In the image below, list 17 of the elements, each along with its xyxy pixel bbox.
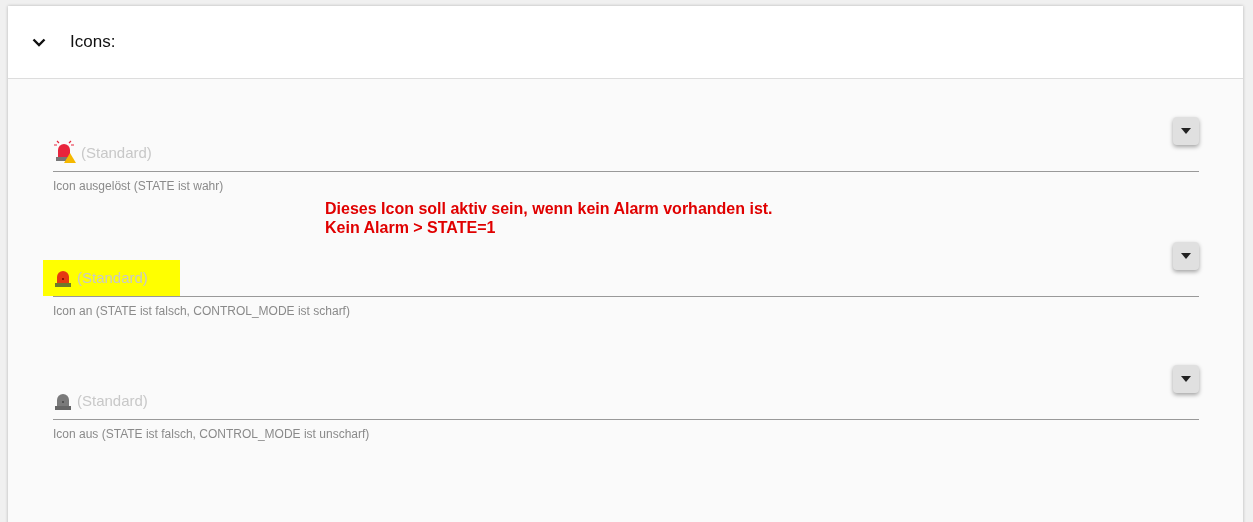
- siren-icon: [53, 268, 73, 288]
- annotation-text: Kein Alarm > STATE=1: [325, 218, 497, 237]
- caret-down-icon: [1181, 376, 1191, 382]
- caret-down-icon: [1181, 253, 1191, 259]
- dropdown-button[interactable]: [1173, 117, 1199, 145]
- dropdown-button[interactable]: [1173, 242, 1199, 270]
- helper-text: Icon an (STATE ist falsch, CONTROL_MODE ist scharf): [53, 303, 351, 319]
- dropdown-button[interactable]: [1173, 365, 1199, 393]
- caret-down-icon: [1181, 128, 1191, 134]
- helper-text: Icon ausgelöst (STATE ist wahr): [53, 178, 225, 194]
- chevron-down-icon[interactable]: [32, 37, 46, 47]
- siren-warning-icon: [53, 139, 77, 163]
- icon-select-field[interactable]: (Standard): [77, 268, 167, 288]
- siren-icon: [53, 391, 73, 411]
- helper-text: Icon aus (STATE ist falsch, CONTROL_MODE ist unscharf): [53, 426, 371, 442]
- section-title: Icons:: [70, 31, 116, 54]
- annotation-text: Dieses Icon soll aktiv sein, wenn kein Alarm vorhanden ist.: [325, 199, 774, 218]
